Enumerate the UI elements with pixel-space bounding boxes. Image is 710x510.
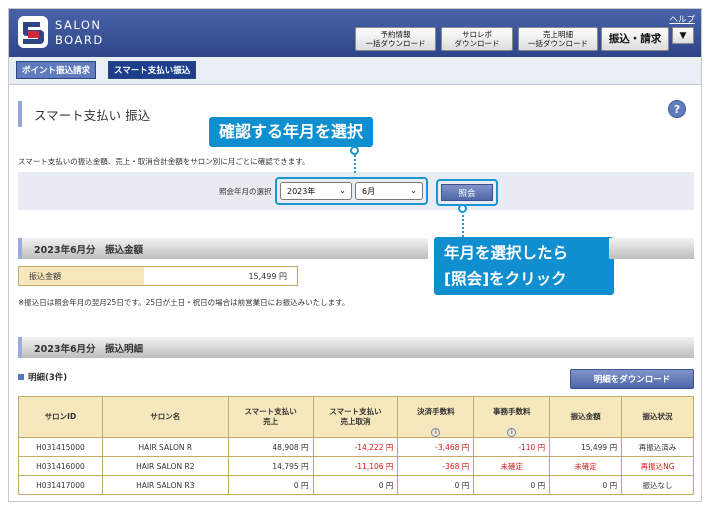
- year-select[interactable]: 2023年 ⌄: [280, 182, 352, 200]
- callout-click-query-line1: 年月を選択したら: [444, 244, 569, 262]
- logo-text: SALON BOARD: [55, 18, 104, 48]
- col-payment-fee: 決済手数料 i: [397, 396, 475, 438]
- cell-payment-fee: -3,468 円: [397, 437, 475, 457]
- logo-line2: BOARD: [55, 33, 104, 47]
- cell-smart-sales-cancel: -11,106 円: [312, 456, 399, 476]
- salon-board-logo[interactable]: [18, 16, 48, 48]
- col-transfer-status: 振込状況: [621, 396, 694, 438]
- cell-smart-sales: 0 円: [227, 475, 314, 495]
- callout-dot-top: [350, 146, 359, 155]
- table-row: H031415000 HAIR SALON R 48,908 円 -14,222…: [18, 437, 694, 457]
- table-row: H031416000 HAIR SALON R2 14,795 円 -11,10…: [18, 456, 694, 476]
- table-row: H031417000 HAIR SALON R3 0 円 0 円 0 円 0 円…: [18, 475, 694, 495]
- cell-salon-name: HAIR SALON R3: [101, 475, 229, 495]
- transfer-amount-box: 振込金額 15,499 円: [18, 266, 298, 286]
- table-header-row: サロンID サロン名 スマート支払い 売上 スマート支払い 売上取消 決済手数料…: [18, 396, 694, 438]
- info-icon[interactable]: i: [507, 427, 517, 437]
- cell-payment-fee: -368 円: [397, 456, 475, 476]
- page-description: スマート支払いの振込金額、売上・取消合計金額をサロン別に月ごとに確認できます。: [18, 157, 310, 166]
- cell-salon-name: HAIR SALON R: [101, 437, 229, 457]
- tab-smart-payment-transfer[interactable]: スマート支払い振込: [108, 61, 197, 79]
- top-header: SALON BOARD 予約情報 一括ダウンロード サロレポ ダウンロード 売上…: [9, 9, 701, 57]
- cell-salon-id: H031415000: [18, 437, 103, 457]
- chevron-down-icon: ⌄: [410, 186, 417, 195]
- details-count-text: 明細(3件): [28, 373, 68, 383]
- cell-smart-sales: 48,908 円: [227, 437, 314, 457]
- month-select-value: 6月: [362, 186, 376, 196]
- download-details-button[interactable]: 明細をダウンロード: [570, 369, 694, 389]
- help-link[interactable]: ヘルプ: [669, 13, 695, 25]
- filter-label: 照会年月の選択: [219, 187, 272, 196]
- callout-select-month: 確認する年月を選択: [209, 117, 374, 147]
- cell-transfer-status: 振込なし: [621, 475, 694, 495]
- help-question-icon[interactable]: ?: [668, 100, 686, 118]
- bulk-reservation-download-button[interactable]: 予約情報 一括ダウンロード: [355, 27, 436, 51]
- transfer-amount-value: 15,499 円: [144, 267, 297, 285]
- sub-navigation: ポイント振込請求 スマート支払い振込: [9, 57, 701, 85]
- chevron-down-icon[interactable]: ▼: [672, 27, 694, 44]
- callout-connector-bottom: [462, 210, 464, 237]
- month-select[interactable]: 6月 ⌄: [355, 182, 423, 200]
- cell-transfer-amount: 0 円: [549, 475, 623, 495]
- salon-report-download-button[interactable]: サロレポ ダウンロード: [441, 27, 513, 51]
- col-salon-name: サロン名: [101, 396, 229, 438]
- callout-click-query: 年月を選択したら [照会]をクリック: [434, 237, 614, 295]
- cell-admin-fee: -110 円: [473, 437, 551, 457]
- query-button[interactable]: 照会: [441, 184, 493, 201]
- col-admin-fee: 事務手数料 i: [473, 396, 551, 438]
- tab-point-transfer-request[interactable]: ポイント振込請求: [16, 61, 97, 79]
- app-frame: SALON BOARD 予約情報 一括ダウンロード サロレポ ダウンロード 売上…: [8, 8, 702, 502]
- transfer-billing-menu-button[interactable]: 振込・請求: [601, 27, 669, 51]
- col-smart-sales: スマート支払い 売上: [227, 396, 314, 438]
- cell-transfer-amount: 15,499 円: [549, 437, 623, 457]
- details-count-label: 明細(3件): [18, 371, 67, 383]
- cell-smart-sales-cancel: 0 円: [312, 475, 399, 495]
- col-smart-sales-cancel: スマート支払い 売上取消: [312, 396, 399, 438]
- cell-salon-name: HAIR SALON R2: [101, 456, 229, 476]
- bulk-sales-download-button[interactable]: 売上明細 一括ダウンロード: [518, 27, 598, 51]
- cell-admin-fee: 未確定: [473, 456, 551, 476]
- cell-smart-sales-cancel: -14,222 円: [312, 437, 399, 457]
- logo-icon: [23, 22, 44, 44]
- cell-salon-id: H031416000: [18, 456, 103, 476]
- square-bullet-icon: [18, 374, 24, 380]
- cell-salon-id: H031417000: [18, 475, 103, 495]
- cell-transfer-amount: 未確定: [549, 456, 623, 476]
- transfer-details-table: サロンID サロン名 スマート支払い 売上 スマート支払い 売上取消 決済手数料…: [18, 396, 694, 495]
- col-admin-fee-label: 事務手数料: [493, 407, 531, 416]
- transfer-amount-label: 振込金額: [19, 267, 144, 285]
- cell-transfer-status: 再振込済み: [621, 437, 694, 457]
- info-icon[interactable]: i: [431, 427, 441, 437]
- col-salon-id: サロンID: [18, 396, 103, 438]
- callout-dot-bottom: [458, 204, 467, 213]
- summary-section-bar: 2023年6月分 振込金額: [18, 238, 428, 259]
- logo-line1: SALON: [55, 18, 102, 32]
- transfer-date-note: ※振込日は照会年月の翌月25日です。25日が土日・祝日の場合は前営業日にお振込み…: [18, 298, 350, 307]
- col-payment-fee-label: 決済手数料: [417, 407, 455, 416]
- chevron-down-icon: ⌄: [339, 186, 346, 195]
- cell-smart-sales: 14,795 円: [227, 456, 314, 476]
- cell-payment-fee: 0 円: [397, 475, 475, 495]
- cell-transfer-status: 再振込NG: [621, 456, 694, 476]
- col-transfer-amount: 振込金額: [549, 396, 623, 438]
- cell-admin-fee: 0 円: [473, 475, 551, 495]
- year-select-value: 2023年: [287, 186, 316, 196]
- details-section-bar: 2023年6月分 振込明細: [18, 337, 694, 358]
- callout-click-query-line2: [照会]をクリック: [444, 270, 567, 288]
- summary-section-bar-tail: [609, 238, 694, 259]
- page-title: スマート支払い 振込: [18, 101, 150, 127]
